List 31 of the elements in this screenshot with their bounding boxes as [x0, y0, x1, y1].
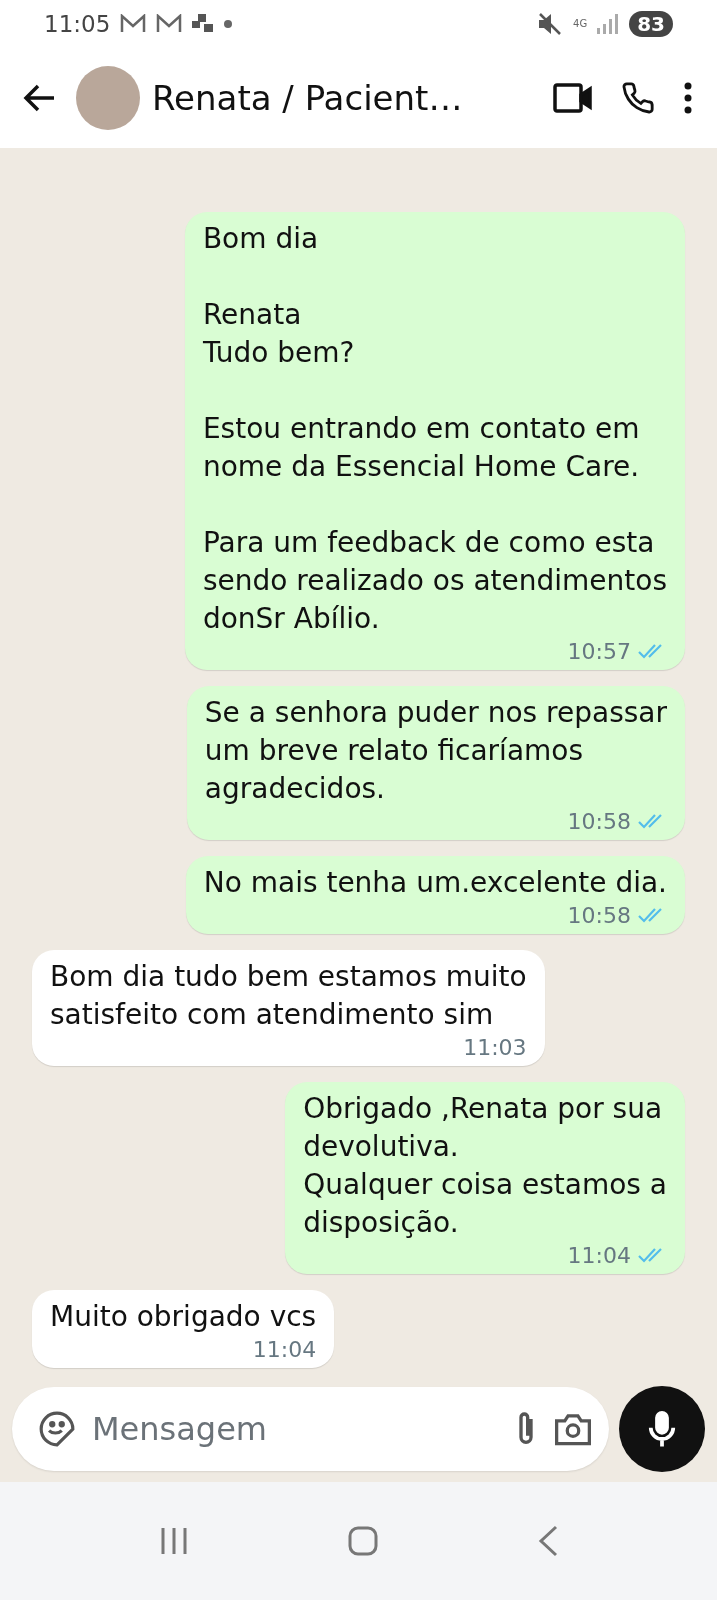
video-camera-icon [553, 83, 593, 113]
message-time: 10:58 [567, 808, 631, 834]
chevron-left-icon [537, 1525, 558, 1557]
dot-icon [224, 20, 233, 28]
message-text: Obrigado ,Renata por sua devolutiva. Qualquer coisa estamos a disposição. [303, 1091, 667, 1241]
message-time: 11:04 [252, 1336, 317, 1362]
camera-icon[interactable] [553, 1411, 593, 1447]
more-vertical-icon [683, 82, 693, 114]
microphone-icon [647, 1409, 677, 1449]
arrow-left-icon [22, 83, 56, 113]
mail-icon [120, 14, 147, 34]
signal-icon [597, 14, 620, 34]
message-text: Muito obrigado vcs [50, 1299, 317, 1335]
message-composer-field[interactable]: Mensagem [12, 1387, 609, 1471]
rounded-square-icon [347, 1525, 380, 1557]
status-time: 11:05 [44, 11, 111, 37]
message-text: Bom dia Renata Tudo bem? Estou entrando em contato em nome da Essencial Home Care. Para um feedback de como esta sendo realizado os atendimentos donSr Abílio. [202, 221, 667, 637]
message-time: 11:04 [567, 1242, 631, 1268]
three-lines-icon [159, 1526, 190, 1556]
message-time: 11:03 [463, 1034, 527, 1060]
message-time: 10:57 [567, 638, 631, 664]
sticker-icon[interactable] [38, 1410, 76, 1448]
message-text: Se a senhora puder nos repassar um breve relato ficaríamos agradecidos. [204, 695, 667, 807]
message-text: Bom dia tudo bem estamos muito satisfeito com atendimento sim [50, 959, 527, 1033]
battery-level: 83 [629, 11, 673, 37]
phone-icon [621, 81, 655, 115]
mail-icon [156, 14, 183, 34]
network-type: 4G [573, 19, 588, 29]
app-notification-icon [192, 14, 215, 34]
message-text: No mais tenha um.excelente dia. [203, 865, 667, 901]
message-time: 10:58 [567, 902, 631, 928]
